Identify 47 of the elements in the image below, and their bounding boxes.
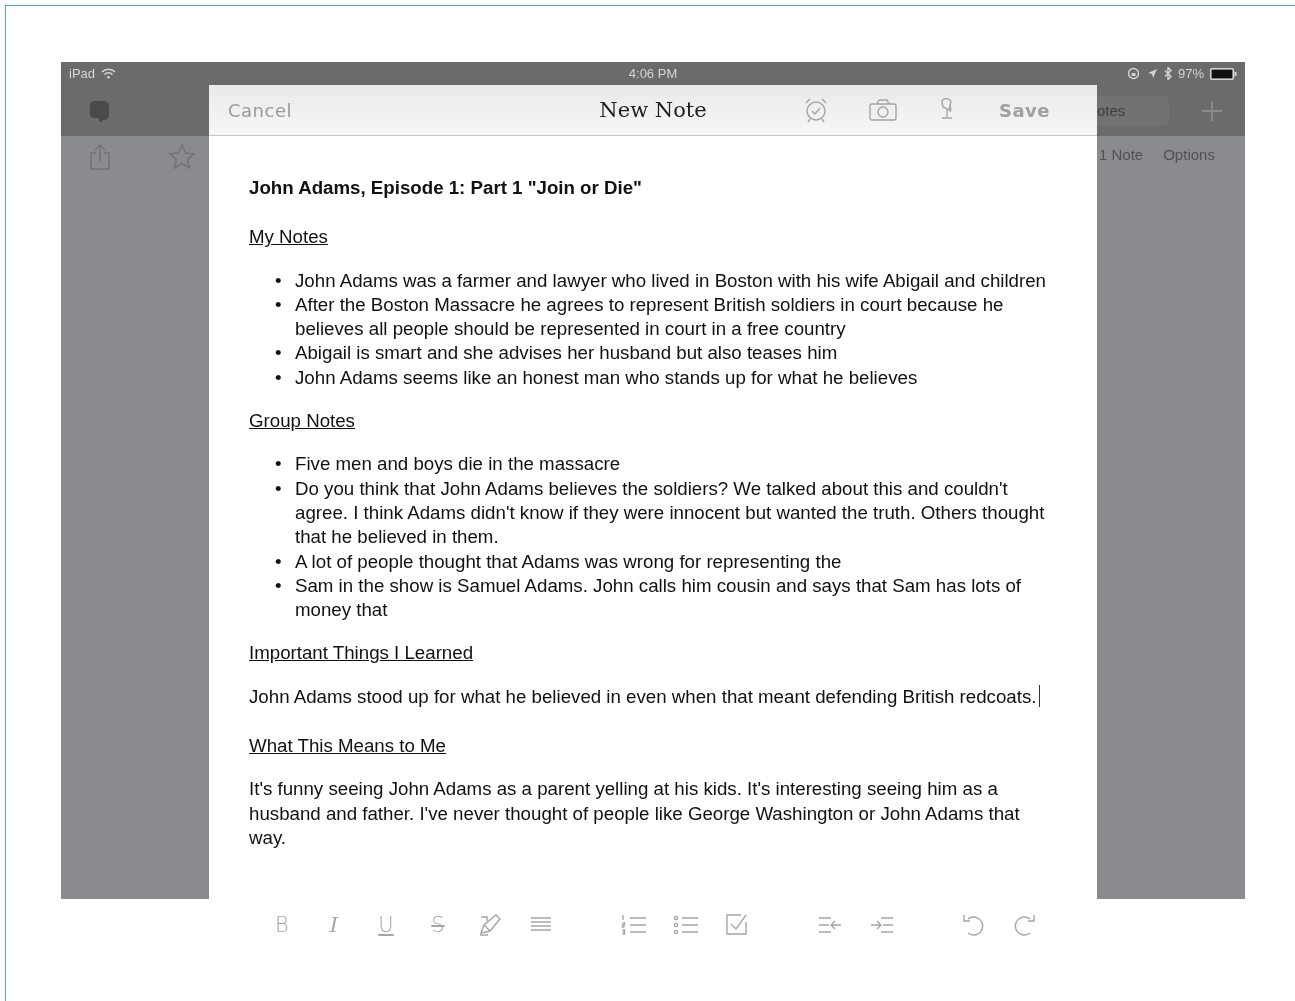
bullet-marker: • [275, 292, 283, 317]
bullet-marker: • [275, 268, 283, 293]
save-button[interactable]: Save [998, 99, 1050, 121]
star-icon[interactable] [169, 144, 195, 169]
section-heading: What This Means to Me [249, 734, 447, 759]
paragraph: It's funny seeing John Adams as a parent yelling at his kids. It's interesting seeing him as a husband and father. I've never thought of people like George Washington or John Adams that way. [249, 778, 1020, 848]
note-count: 1 Note [1099, 146, 1144, 163]
section-heading: Group Notes [249, 409, 356, 434]
editor-title: New Note [599, 98, 707, 122]
underline-button[interactable]: U [360, 899, 412, 951]
location-icon [1147, 68, 1158, 79]
section-heading: My Notes [249, 225, 329, 250]
options-link[interactable]: Options [1163, 146, 1215, 163]
bullet-item: A lot of people thought that Adams was wrong for representing the [295, 549, 842, 574]
paragraph: John Adams stood up for what he believed in even when that meant defending British redcoats. [249, 685, 1037, 707]
strikethrough-button[interactable]: S [412, 899, 464, 951]
wifi-icon [101, 68, 117, 79]
bullet-item: After the Boston Massacre he agrees to represent British soldiers in court because he believes all people should be represented in court in a free country [295, 292, 1005, 342]
bullet-marker: • [275, 452, 283, 477]
numbered-list-icon[interactable] [621, 913, 647, 937]
battery-percent: 97% [1178, 66, 1204, 81]
status-time: 4:06 PM [628, 66, 678, 81]
bullet-item: John Adams seems like an honest man who stands up for what he believes [295, 365, 918, 390]
italic-button[interactable]: I [308, 899, 360, 951]
bullet-item: Five men and boys die in the massacre [295, 452, 621, 477]
battery-icon [1210, 67, 1237, 80]
share-icon[interactable] [89, 144, 111, 170]
bullet-marker: • [275, 341, 283, 366]
bluetooth-icon [1164, 67, 1172, 80]
bullet-marker: • [275, 365, 283, 390]
plus-icon[interactable] [1201, 99, 1223, 122]
cancel-button[interactable]: Cancel [228, 99, 292, 121]
rotation-lock-icon [1127, 67, 1141, 80]
bullet-marker: • [275, 476, 283, 501]
bullet-marker: • [275, 549, 283, 574]
highlighter-icon[interactable] [477, 913, 503, 937]
bullet-item: Abigail is smart and she advises her husband but also teases him [295, 341, 838, 366]
device-name: iPad [69, 66, 96, 81]
section-heading: Important Things I Learned [249, 641, 475, 666]
bullet-marker: • [275, 573, 283, 598]
bulleted-list-icon[interactable] [673, 913, 699, 937]
bullet-item: Sam in the show is Samuel Adams. John calls him cousin and says that Sam has lots of money that [295, 573, 1023, 623]
note-title: John Adams, Episode 1: Part 1 "Join or Die" [249, 176, 643, 200]
bullet-item: Do you think that John Adams believes the soldiers? We talked about this and couldn't agree. I think Adams didn't know if they were innocent but wanted the truth. Others thought that he believed in them. [295, 476, 1046, 550]
bold-button[interactable]: B [256, 899, 308, 951]
camera-icon[interactable] [868, 99, 897, 121]
bullet-item: John Adams was a farmer and lawyer who lived in Boston with his wife Abigail and children [295, 268, 1046, 293]
